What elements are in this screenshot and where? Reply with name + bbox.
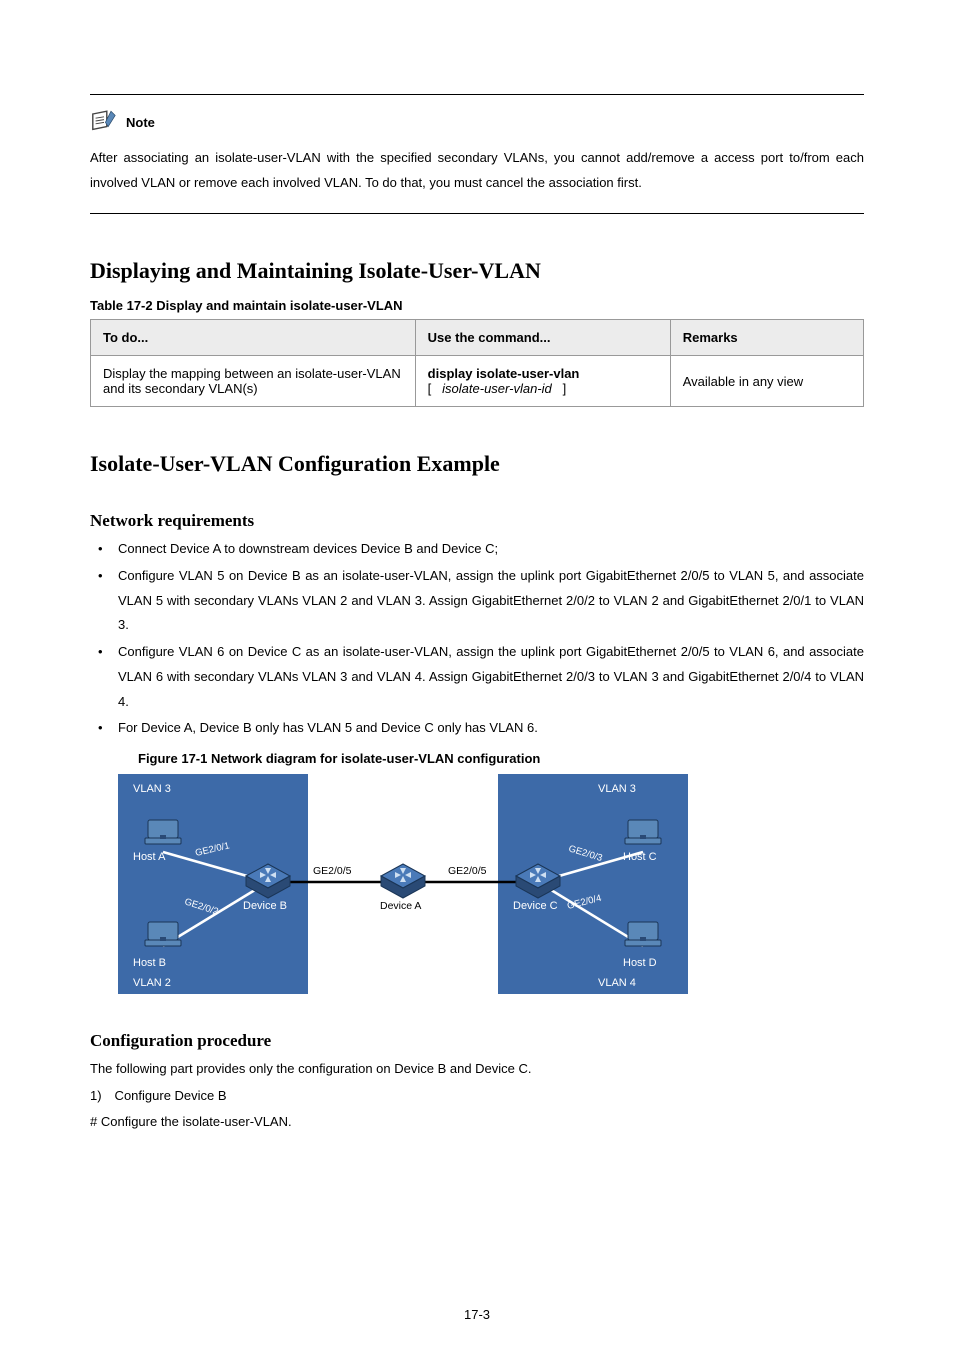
network-diagram: VLAN 3 VLAN 3 VLAN 2 VLAN 4 Host A Host … xyxy=(118,774,864,997)
cmd-close-bracket: ] xyxy=(563,381,567,396)
device-c-label: Device C xyxy=(513,900,558,912)
col-remarks: Remarks xyxy=(670,320,863,356)
command-table: To do... Use the command... Remarks Disp… xyxy=(90,319,864,407)
cell-cmd: display isolate-user-vlan [ isolate-user… xyxy=(415,356,670,407)
host-d-label: Host D xyxy=(623,957,657,969)
table-title: Table 17-2 Display and maintain isolate-… xyxy=(90,298,864,313)
note-icon xyxy=(90,109,118,136)
col-todo: To do... xyxy=(91,320,416,356)
vlan4-label: VLAN 4 xyxy=(598,977,636,989)
note-label: Note xyxy=(126,115,155,130)
device-b-label: Device B xyxy=(243,900,287,912)
page-number: 17-3 xyxy=(0,1307,954,1322)
row-desc: Display the mapping between an isolate-u… xyxy=(103,366,401,396)
ge205-left-label: GE2/0/5 xyxy=(313,865,352,877)
net-req-heading: Network requirements xyxy=(90,511,864,531)
display-maintain-heading: Displaying and Maintaining Isolate-User-… xyxy=(90,258,864,284)
col-cmd: Use the command... xyxy=(415,320,670,356)
figure-title: Figure 17-1 Network diagram for isolate-… xyxy=(138,751,864,766)
cell-desc: Display the mapping between an isolate-u… xyxy=(91,356,416,407)
conf-intro-text: The following part provides only the con… xyxy=(90,1057,864,1082)
list-item: Configure VLAN 5 on Device B as an isola… xyxy=(118,564,864,638)
note-text: After associating an isolate-user-VLAN w… xyxy=(90,146,864,195)
cmd-keyword: display isolate-user-vlan xyxy=(428,366,580,381)
host-b-label: Host B xyxy=(133,957,166,969)
device-a-label: Device A xyxy=(380,900,421,912)
vlan3-right-label: VLAN 3 xyxy=(598,783,636,795)
host-c-label: Host C xyxy=(623,851,657,863)
host-a-label: Host A xyxy=(133,851,166,863)
list-item: Configure VLAN 6 on Device C as an isola… xyxy=(118,640,864,714)
requirements-list: Connect Device A to downstream devices D… xyxy=(90,537,864,741)
list-item: Connect Device A to downstream devices D… xyxy=(118,537,864,562)
table-row: Display the mapping between an isolate-u… xyxy=(91,356,864,407)
vlan2-label: VLAN 2 xyxy=(133,977,171,989)
conf-proc-heading: Configuration procedure xyxy=(90,1031,864,1051)
table-header-row: To do... Use the command... Remarks xyxy=(91,320,864,356)
example-heading: Isolate-User-VLAN Configuration Example xyxy=(90,451,864,477)
hash-configure: # Configure the isolate-user-VLAN. xyxy=(90,1110,864,1135)
vlan3-left-label: VLAN 3 xyxy=(133,783,171,795)
list-item: For Device A, Device B only has VLAN 5 a… xyxy=(118,716,864,741)
cell-remarks: Available in any view xyxy=(670,356,863,407)
ge205-right-label: GE2/0/5 xyxy=(448,865,487,877)
cmd-arg: isolate-user-vlan-id xyxy=(442,381,552,396)
step-1: 1) Configure Device B xyxy=(90,1084,864,1109)
cmd-open-bracket: [ xyxy=(428,381,432,396)
